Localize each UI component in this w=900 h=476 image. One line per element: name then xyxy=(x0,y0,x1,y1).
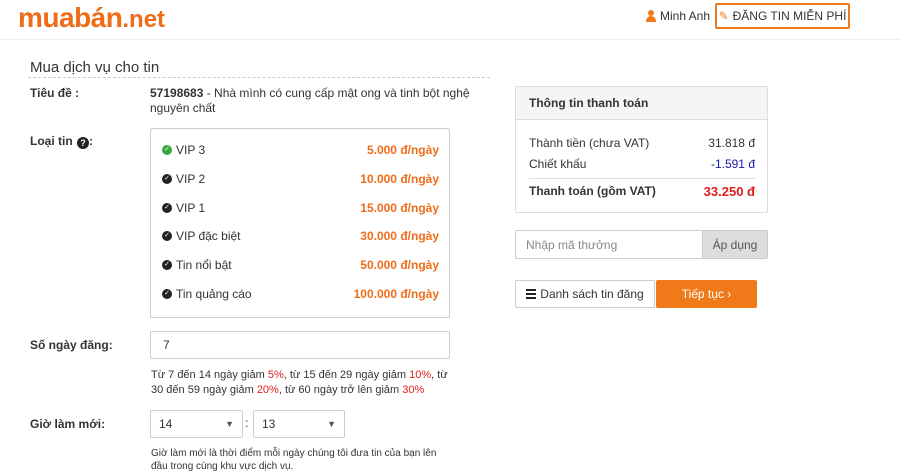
discount-percent: 20% xyxy=(256,383,279,396)
ad-type-option-vip3[interactable]: ✓ VIP 3 5.000 đ/ngày xyxy=(151,136,449,165)
discount-percent: 30% xyxy=(402,383,425,396)
discount-percent: 10% xyxy=(409,369,432,381)
total-value: 33.250 đ xyxy=(703,184,755,199)
discount-note-text: , từ 15 đến 29 ngày giảm xyxy=(283,369,410,381)
days-input[interactable] xyxy=(150,331,450,359)
ad-type-name: VIP đặc biệt xyxy=(176,229,241,244)
chevron-down-icon: ▼ xyxy=(225,419,234,429)
type-label-text: Loại tin xyxy=(30,134,73,148)
days-label: Số ngày đăng: xyxy=(30,338,113,352)
check-circle-icon: ✓ xyxy=(162,202,172,213)
apply-promo-button[interactable]: Áp dụng xyxy=(702,230,768,259)
logo-net: .net xyxy=(122,6,166,33)
discount-percent: 5% xyxy=(267,369,284,381)
ad-id: 57198683 xyxy=(150,86,204,100)
ad-type-name: VIP 3 xyxy=(176,143,206,158)
user-icon xyxy=(646,10,656,22)
logo-muaban: muabán xyxy=(18,2,123,33)
discount-row: Chiết khấu -1.591 đ xyxy=(529,157,755,171)
site-logo[interactable]: muabán .net xyxy=(18,2,165,34)
discount-note: Từ 7 đến 14 ngày giảm 5%, từ 15 đến 29 n… xyxy=(151,368,451,397)
ad-type-option-vip-special[interactable]: ✓ VIP đặc biệt 30.000 đ/ngày xyxy=(151,222,449,251)
user-name: Minh Anh xyxy=(660,9,711,23)
type-label: Loại tin ?: xyxy=(30,134,94,149)
ad-type-price: 15.000 đ/ngày xyxy=(360,200,439,215)
discount-label: Chiết khấu xyxy=(529,157,587,171)
site-header: muabán .net Minh Anh ✎ ĐĂNG TIN MIỄN PHÍ xyxy=(0,0,900,40)
refresh-label: Giờ làm mới: xyxy=(30,417,106,431)
discount-note-text: , từ 60 ngày trở lên giảm xyxy=(278,383,403,396)
check-circle-icon: ✓ xyxy=(162,231,172,242)
ad-type-list: ✓ VIP 3 5.000 đ/ngày ✓ VIP 2 10.000 đ/ng… xyxy=(150,128,450,318)
section-divider xyxy=(28,77,490,78)
total-label: Thanh toán (gồm VAT) xyxy=(529,184,656,198)
ad-type-price: 10.000 đ/ngày xyxy=(360,172,439,187)
ad-type-name: Tin quảng cáo xyxy=(176,286,252,301)
post-free-ad-label: ĐĂNG TIN MIỄN PHÍ xyxy=(732,9,847,23)
list-icon xyxy=(526,287,537,301)
user-menu[interactable]: Minh Anh xyxy=(646,9,710,23)
ad-title: 57198683 - Nhà mình có cung cấp mật ong … xyxy=(150,86,470,116)
minute-select[interactable]: 13 ▼ xyxy=(253,410,345,438)
hour-select[interactable]: 14 ▼ xyxy=(150,410,243,438)
ad-type-price: 5.000 đ/ngày xyxy=(366,143,439,158)
chevron-down-icon: ▼ xyxy=(327,419,336,429)
time-separator: : xyxy=(245,416,249,430)
subtotal-label: Thành tiền (chưa VAT) xyxy=(529,136,650,150)
post-free-ad-button[interactable]: ✎ ĐĂNG TIN MIỄN PHÍ xyxy=(715,3,850,29)
promo-code-input[interactable] xyxy=(515,230,702,259)
check-circle-icon: ✓ xyxy=(162,260,172,271)
check-circle-icon: ✓ xyxy=(162,288,172,299)
help-icon[interactable]: ? xyxy=(77,137,90,149)
total-row: Thanh toán (gồm VAT) 33.250 đ xyxy=(529,178,755,199)
refresh-note: Giờ làm mới là thời điểm mỗi ngày chúng … xyxy=(151,448,437,472)
ad-type-option-vip2[interactable]: ✓ VIP 2 10.000 đ/ngày xyxy=(151,165,449,194)
ad-type-option-featured[interactable]: ✓ Tin nổi bật 50.000 đ/ngày xyxy=(151,251,449,280)
ad-type-name: Tin nổi bật xyxy=(176,258,232,273)
subtotal-row: Thành tiền (chưa VAT) 31.818 đ xyxy=(529,136,755,150)
minute-value: 13 xyxy=(262,417,276,431)
pencil-icon: ✎ xyxy=(718,9,729,23)
discount-note-text: Từ 7 đến 14 ngày giảm xyxy=(151,369,268,381)
ad-type-option-advert[interactable]: ✓ Tin quảng cáo 100.000 đ/ngày xyxy=(151,279,449,308)
ad-list-button[interactable]: Danh sách tin đăng xyxy=(515,280,655,308)
ad-type-name: VIP 2 xyxy=(176,172,206,187)
section-title: Mua dịch vụ cho tin xyxy=(30,59,160,76)
ad-type-price: 50.000 đ/ngày xyxy=(360,258,439,273)
check-circle-icon: ✓ xyxy=(162,145,172,156)
continue-button[interactable]: Tiếp tục › xyxy=(656,280,757,308)
hour-value: 14 xyxy=(159,417,173,431)
ad-type-price: 30.000 đ/ngày xyxy=(360,229,439,244)
ad-type-name: VIP 1 xyxy=(176,200,206,215)
ad-type-option-vip1[interactable]: ✓ VIP 1 15.000 đ/ngày xyxy=(151,193,449,222)
check-circle-icon: ✓ xyxy=(162,174,172,185)
discount-value: -1.591 đ xyxy=(710,157,755,171)
payment-panel: Thông tin thanh toán Thành tiền (chưa VA… xyxy=(515,86,768,213)
subtotal-value: 31.818 đ xyxy=(708,136,755,150)
title-label: Tiêu đề : xyxy=(30,86,80,100)
payment-title: Thông tin thanh toán xyxy=(516,87,767,120)
ad-list-label: Danh sách tin đăng xyxy=(540,287,644,301)
ad-type-price: 100.000 đ/ngày xyxy=(353,286,439,301)
